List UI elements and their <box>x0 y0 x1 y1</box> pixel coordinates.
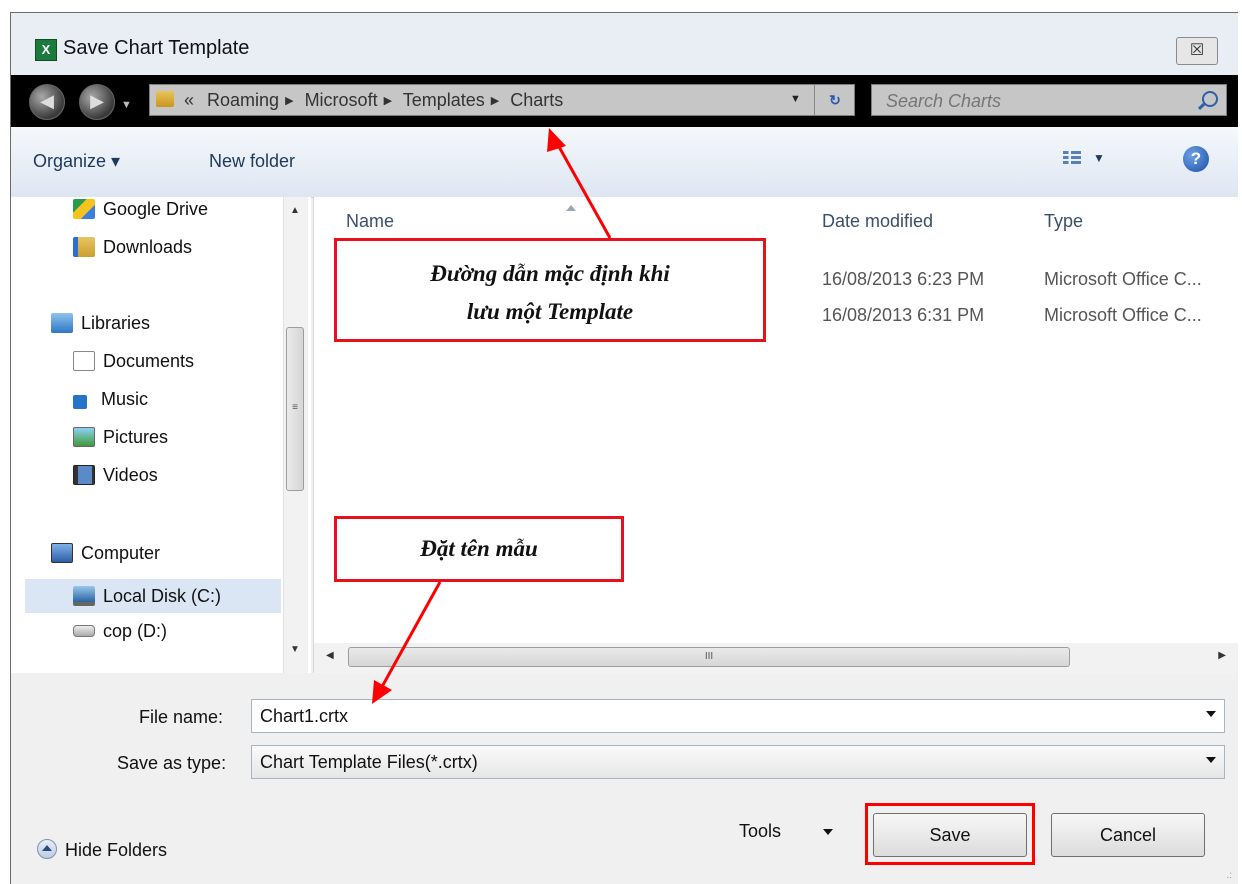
computer-icon <box>51 543 73 563</box>
change-view-icon[interactable] <box>1063 151 1081 169</box>
file-row-date[interactable]: 16/08/2013 6:31 PM <box>822 305 984 326</box>
path-annotation-callout: Đường dẫn mặc định khi lưu một Template <box>334 238 766 342</box>
search-icon[interactable] <box>1202 91 1218 107</box>
hide-folders-button[interactable]: Hide Folders <box>37 839 167 861</box>
scroll-left-icon[interactable]: ◀ <box>326 650 334 661</box>
downloads-folder-icon <box>73 237 95 257</box>
sidebar-item-documents[interactable]: Documents <box>73 351 194 385</box>
sidebar-item-label: Local Disk (C:) <box>103 586 222 606</box>
collapse-icon <box>37 839 57 859</box>
name-annotation-callout: Đặt tên mẫu <box>334 516 624 582</box>
sidebar-item-cop-drive[interactable]: cop (D:) <box>73 621 167 655</box>
sidebar-item-label: Google Drive <box>103 199 209 219</box>
cancel-button[interactable]: Cancel <box>1051 813 1205 857</box>
help-icon[interactable]: ? <box>1183 146 1209 172</box>
documents-icon <box>73 351 95 371</box>
file-list-horizontal-scrollbar[interactable]: ◀ III ▶ <box>314 643 1238 673</box>
navigation-pane-scrollbar[interactable]: ▲ ≡ ▼ <box>283 197 308 673</box>
column-header-type[interactable]: Type <box>1044 211 1083 232</box>
file-name-combobox <box>251 699 1225 733</box>
tools-dropdown-icon[interactable] <box>823 829 833 835</box>
breadcrumb: « Roaming ▶ Microsoft ▶ Templates ▶ Charts <box>184 90 563 111</box>
search-box <box>871 84 1227 116</box>
recent-pages-dropdown-icon[interactable]: ▼ <box>121 99 132 111</box>
sidebar-item-label: Computer <box>81 543 161 563</box>
sidebar-item-computer[interactable]: Computer <box>51 543 160 577</box>
refresh-icon[interactable]: ↻ <box>814 85 855 115</box>
scrollbar-thumb[interactable]: III <box>348 647 1070 667</box>
breadcrumb-separator-icon[interactable]: ▶ <box>285 95 293 107</box>
sidebar-item-label: Libraries <box>81 313 151 333</box>
scroll-up-icon[interactable]: ▲ <box>290 205 300 216</box>
file-row-date[interactable]: 16/08/2013 6:23 PM <box>822 269 984 290</box>
sidebar-item-label: Downloads <box>103 237 193 257</box>
sidebar-item-pictures[interactable]: Pictures <box>73 427 168 461</box>
command-toolbar: Organize ▾ New folder ▼ ? <box>11 127 1238 198</box>
organize-button[interactable]: Organize ▾ <box>33 151 120 172</box>
libraries-icon <box>51 313 73 333</box>
breadcrumb-roaming[interactable]: Roaming <box>207 90 279 110</box>
scrollbar-thumb[interactable]: ≡ <box>286 327 304 491</box>
file-row-type[interactable]: Microsoft Office C... <box>1044 269 1202 290</box>
breadcrumb-templates[interactable]: Templates <box>403 90 485 110</box>
sidebar-item-label: cop (D:) <box>103 621 168 641</box>
new-folder-button[interactable]: New folder <box>209 151 295 172</box>
breadcrumb-separator-icon[interactable]: ▶ <box>384 95 392 107</box>
view-options-dropdown-icon[interactable]: ▼ <box>1093 151 1105 165</box>
column-header-name[interactable]: Name <box>346 211 394 232</box>
sidebar-item-videos[interactable]: Videos <box>73 465 158 499</box>
dialog-title: Save Chart Template <box>63 37 250 59</box>
excel-icon: X <box>35 39 57 61</box>
sidebar-item-downloads[interactable]: Downloads <box>73 237 192 271</box>
sidebar-item-label: Pictures <box>103 427 169 447</box>
save-options-panel: File name: Save as type: Chart Template … <box>11 673 1238 884</box>
path-annotation-line1: Đường dẫn mặc định khi <box>430 261 670 286</box>
chevron-down-icon[interactable] <box>1206 757 1216 763</box>
music-icon <box>73 395 87 409</box>
resize-grip-icon[interactable]: .: <box>1226 870 1232 881</box>
tools-button[interactable]: Tools <box>739 821 781 842</box>
drive-icon <box>73 625 95 637</box>
hide-folders-label: Hide Folders <box>65 840 168 860</box>
save-button[interactable]: Save <box>873 813 1027 857</box>
pictures-icon <box>73 427 95 447</box>
file-row-type[interactable]: Microsoft Office C... <box>1044 305 1202 326</box>
videos-icon <box>73 465 95 485</box>
local-disk-icon <box>73 586 95 606</box>
forward-button[interactable]: ▶ <box>79 84 115 120</box>
save-as-type-select[interactable]: Chart Template Files(*.crtx) <box>251 745 1225 779</box>
google-drive-icon <box>73 199 95 219</box>
search-input[interactable] <box>884 88 1188 114</box>
sidebar-item-label: Music <box>101 389 149 409</box>
sidebar-item-label: Documents <box>103 351 195 371</box>
navigation-pane: Google Drive Downloads Libraries Documen… <box>11 197 311 673</box>
breadcrumb-microsoft[interactable]: Microsoft <box>305 90 378 110</box>
back-button[interactable]: ◀ <box>29 84 65 120</box>
scroll-right-icon[interactable]: ▶ <box>1218 650 1226 661</box>
sidebar-item-music[interactable]: Music <box>73 389 148 423</box>
navigation-bar: ◀ ▶ ▼ « Roaming ▶ Microsoft ▶ Templates ▶ C… <box>11 75 1238 127</box>
sidebar-item-label: Videos <box>103 465 158 485</box>
title-bar: X Save Chart Template ☒ <box>11 13 1238 75</box>
breadcrumb-charts[interactable]: Charts <box>510 90 563 110</box>
file-name-label: File name: <box>139 707 224 727</box>
column-header-date-modified[interactable]: Date modified <box>822 211 933 232</box>
sort-ascending-icon <box>566 205 576 211</box>
scroll-down-icon[interactable]: ▼ <box>290 644 300 655</box>
sidebar-item-local-disk[interactable]: Local Disk (C:) <box>25 579 281 613</box>
address-bar[interactable]: « Roaming ▶ Microsoft ▶ Templates ▶ Charts … <box>149 84 855 116</box>
breadcrumb-overflow[interactable]: « <box>184 90 194 110</box>
path-annotation-line2: lưu một Template <box>466 299 634 324</box>
file-name-dropdown-icon[interactable] <box>1206 711 1216 717</box>
save-as-type-label: Save as type: <box>117 753 227 773</box>
file-name-input[interactable] <box>260 704 1160 728</box>
close-button[interactable]: ☒ <box>1176 37 1218 65</box>
folder-icon <box>156 91 174 107</box>
save-as-type-value: Chart Template Files(*.crtx) <box>260 752 478 772</box>
sidebar-item-google-drive[interactable]: Google Drive <box>73 199 208 233</box>
address-dropdown-icon[interactable]: ▼ <box>790 93 801 105</box>
breadcrumb-separator-icon[interactable]: ▶ <box>491 95 499 107</box>
save-dialog: X Save Chart Template ☒ ◀ ▶ ▼ « Roaming ▶… <box>10 12 1238 884</box>
sidebar-item-libraries[interactable]: Libraries <box>51 313 150 347</box>
